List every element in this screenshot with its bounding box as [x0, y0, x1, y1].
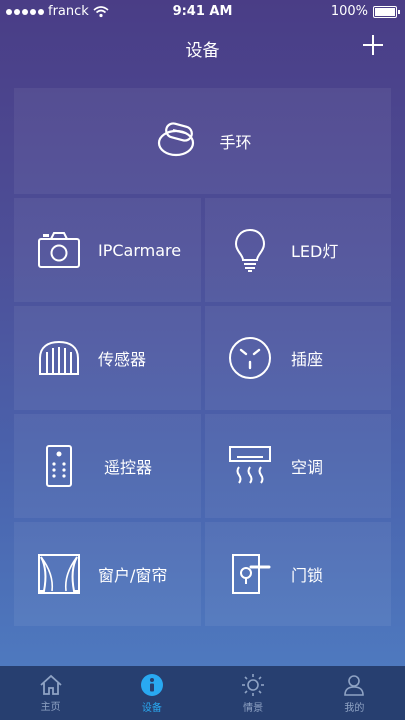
page-title: 设备	[185, 41, 220, 61]
device-label-sensor: 传感器	[98, 350, 147, 369]
plus-icon[interactable]	[357, 30, 387, 60]
door-lock-icon	[225, 551, 275, 597]
sensor-icon	[34, 335, 84, 381]
tab-bar: 主页 设备 情景 我的	[0, 666, 405, 720]
device-label-led: LED灯	[291, 242, 339, 261]
profile-icon	[344, 674, 365, 696]
tab-label-home: 主页	[40, 701, 61, 713]
device-tile-doorlock[interactable]: 门锁	[205, 522, 391, 626]
tab-label-device: 设备	[141, 702, 162, 714]
device-tile-camera[interactable]: IPCarmare	[14, 198, 201, 302]
device-label-curtain: 窗户/窗帘	[98, 566, 168, 585]
device-tile-curtain[interactable]: 窗户/窗帘	[14, 522, 201, 626]
battery-percent: 100%	[330, 4, 368, 19]
tab-device[interactable]: 设备	[101, 666, 202, 720]
air-conditioner-icon	[225, 443, 275, 489]
device-label-camera: IPCarmare	[98, 240, 182, 260]
battery-icon	[373, 5, 400, 18]
device-tile-led[interactable]: LED灯	[205, 198, 391, 302]
status-bar: franck 9:41 AM 100%	[0, 0, 405, 24]
device-icon	[140, 673, 163, 696]
device-tile-sensor[interactable]: 传感器	[14, 306, 201, 410]
tab-scene[interactable]: 情景	[203, 666, 304, 720]
device-label-remote: 遥控器	[104, 458, 153, 477]
home-icon	[40, 674, 62, 695]
device-tile-aircon[interactable]: 空调	[205, 414, 391, 518]
curtain-icon	[34, 551, 84, 597]
device-label-doorlock: 门锁	[291, 566, 324, 585]
tab-profile[interactable]: 我的	[304, 666, 405, 720]
battery-info: 100%	[330, 4, 400, 19]
device-tile-wristband[interactable]: 手环	[14, 88, 391, 194]
nav-bar: 设备	[0, 24, 405, 70]
device-tile-remote[interactable]: 遥控器	[14, 414, 201, 518]
scene-icon	[242, 673, 265, 696]
bulb-icon	[225, 227, 275, 273]
socket-icon	[225, 335, 275, 381]
device-label-socket: 插座	[291, 350, 324, 369]
device-label-wristband: 手环	[219, 133, 252, 152]
device-tile-socket[interactable]: 插座	[205, 306, 391, 410]
tab-home[interactable]: 主页	[0, 666, 101, 720]
camera-icon	[34, 227, 84, 273]
tab-label-scene: 情景	[243, 702, 264, 714]
device-label-aircon: 空调	[291, 458, 324, 477]
wristband-icon	[153, 118, 203, 164]
remote-icon	[34, 443, 84, 489]
tab-label-profile: 我的	[344, 702, 365, 714]
